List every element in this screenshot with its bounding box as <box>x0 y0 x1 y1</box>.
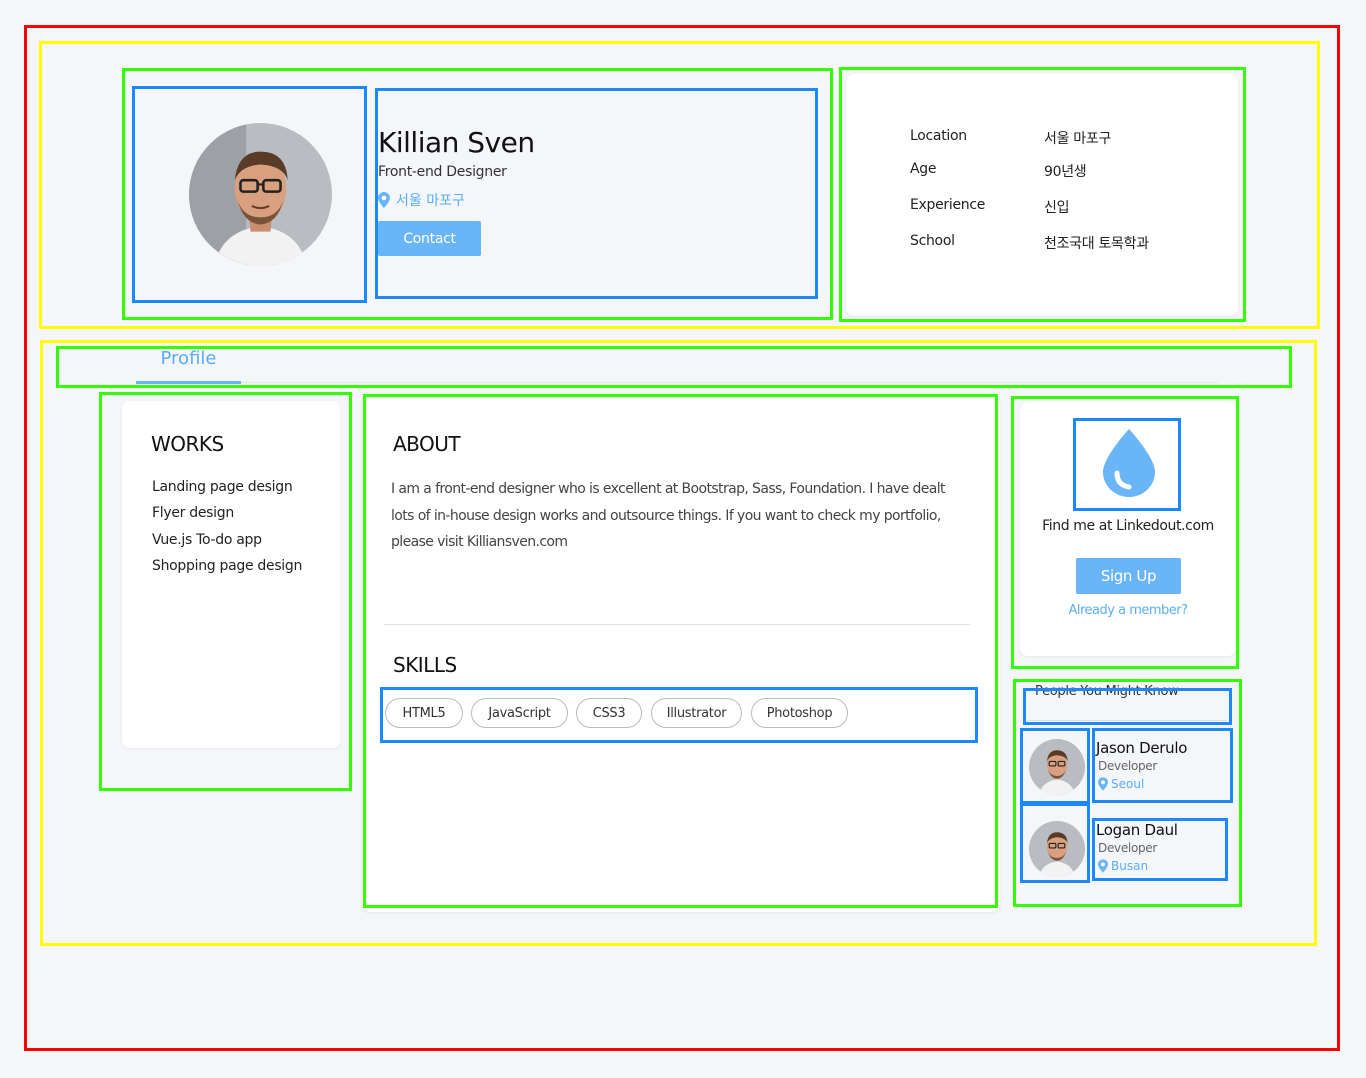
about-card-outline <box>363 394 998 908</box>
skills-list-outline <box>380 687 978 743</box>
person-info-outline <box>1092 728 1233 803</box>
person-avatar-outline <box>1020 728 1090 804</box>
tab-bar-outline <box>56 346 1292 388</box>
works-card-outline <box>99 392 352 791</box>
person-info-outline <box>1092 818 1228 881</box>
people-title-outline <box>1023 688 1232 725</box>
avatar-outline <box>132 86 367 303</box>
person-avatar-outline <box>1020 803 1090 883</box>
identity-outline <box>375 88 818 299</box>
drop-icon-outline <box>1073 418 1181 511</box>
info-card-outline <box>839 67 1246 322</box>
